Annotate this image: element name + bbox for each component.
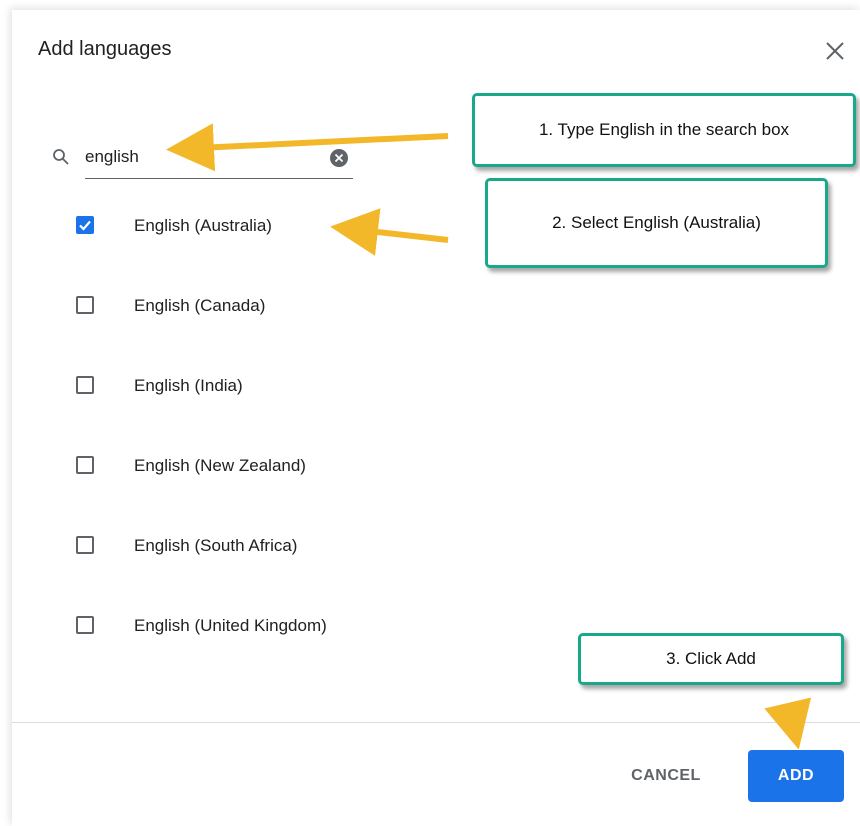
- language-label: English (New Zealand): [134, 456, 306, 475]
- footer-divider: [12, 722, 860, 723]
- search-field: [53, 134, 353, 179]
- language-label: English (South Africa): [134, 536, 298, 555]
- language-label: English (India): [134, 376, 243, 395]
- add-button[interactable]: ADD: [748, 750, 844, 802]
- language-item-united-kingdom[interactable]: English (United Kingdom): [72, 606, 452, 646]
- cancel-button[interactable]: CANCEL: [612, 750, 720, 802]
- language-item-india[interactable]: English (India): [72, 366, 452, 406]
- language-label: English (Australia): [134, 216, 272, 235]
- language-item-canada[interactable]: English (Canada): [72, 286, 452, 326]
- checkbox[interactable]: [76, 376, 94, 394]
- clear-icon[interactable]: [329, 148, 349, 168]
- callout-step2: 2. Select English (Australia): [485, 178, 828, 268]
- language-item-australia[interactable]: English (Australia): [72, 206, 452, 246]
- language-item-new-zealand[interactable]: English (New Zealand): [72, 446, 452, 486]
- dialog-title: Add languages: [38, 38, 172, 60]
- checkbox[interactable]: [76, 616, 94, 634]
- close-icon[interactable]: [824, 40, 846, 62]
- checkbox[interactable]: [76, 536, 94, 554]
- language-label: English (United Kingdom): [134, 616, 327, 635]
- language-label: English (Canada): [134, 296, 266, 315]
- checkbox-checked[interactable]: [76, 216, 94, 234]
- search-input[interactable]: [85, 144, 315, 170]
- checkbox[interactable]: [76, 296, 94, 314]
- checkbox[interactable]: [76, 456, 94, 474]
- language-item-south-africa[interactable]: English (South Africa): [72, 526, 452, 566]
- checkmark-icon: [79, 220, 91, 231]
- search-icon: [52, 148, 70, 166]
- callout-step1: 1. Type English in the search box: [472, 93, 856, 167]
- callout-step3: 3. Click Add: [578, 633, 844, 685]
